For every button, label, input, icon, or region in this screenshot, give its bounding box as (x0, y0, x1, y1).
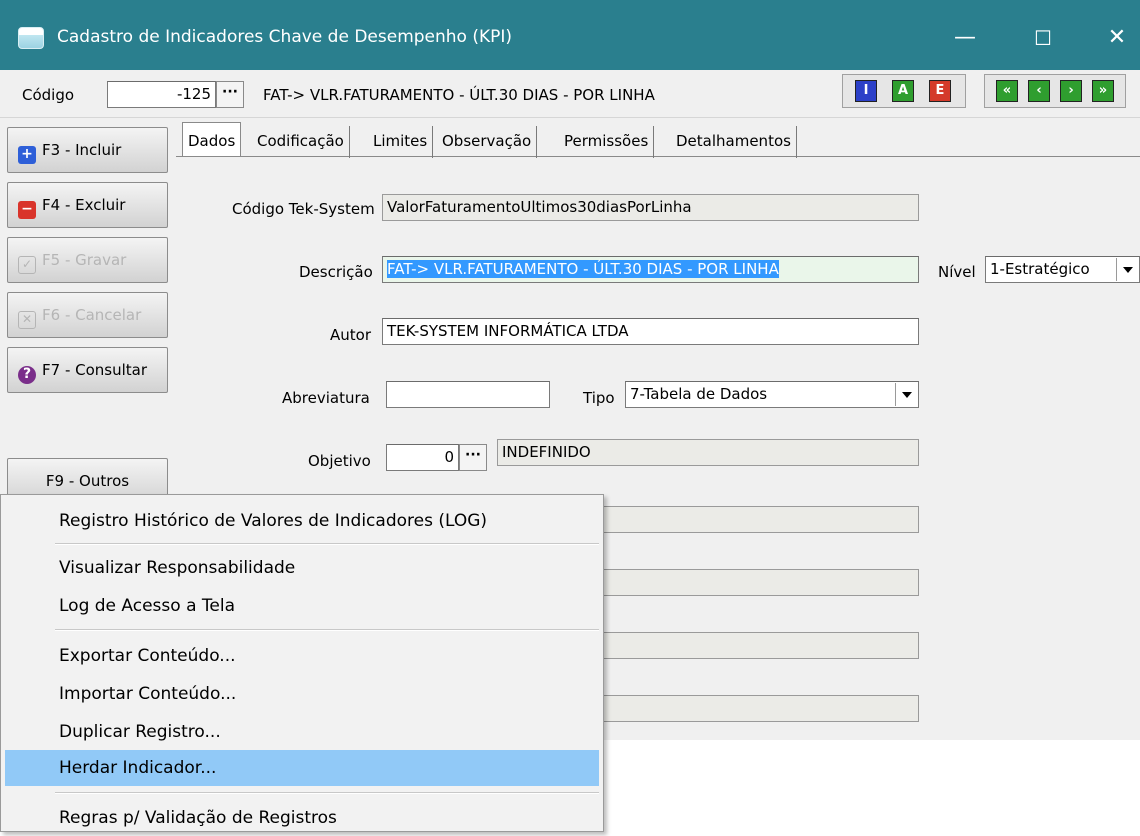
gravar-label: F5 - Gravar (42, 251, 127, 269)
menu-item-regras-validacao[interactable]: Regras p/ Validação de Registros (5, 800, 599, 836)
menu-item-registro-historico[interactable]: Registro Histórico de Valores de Indicad… (5, 503, 599, 539)
menu-item-importar[interactable]: Importar Conteúdo... (5, 676, 599, 712)
codigo-lookup-button[interactable]: ··· (216, 81, 244, 108)
mode-edit-button[interactable]: A (892, 80, 914, 102)
incluir-label: F3 - Incluir (42, 141, 122, 159)
abreviatura-label: Abreviatura (282, 389, 370, 407)
cancelar-button[interactable]: ✕ F6 - Cancelar (7, 292, 168, 338)
gravar-button[interactable]: ✓ F5 - Gravar (7, 237, 168, 283)
record-description: FAT-> VLR.FATURAMENTO - ÚLT.30 DIAS - PO… (263, 86, 655, 104)
excluir-label: F4 - Excluir (42, 196, 126, 214)
minimize-button[interactable]: — (942, 18, 988, 58)
title-bar: Cadastro de Indicadores Chave de Desempe… (0, 0, 1140, 76)
objetivo-lookup-button[interactable]: ··· (459, 444, 487, 471)
tipo-label: Tipo (583, 389, 615, 407)
window-title: Cadastro de Indicadores Chave de Desempe… (57, 27, 513, 47)
mode-insert-button[interactable]: I (855, 80, 877, 102)
tab-permissoes[interactable]: Permissões (559, 126, 655, 158)
menu-item-visualizar-responsabilidade[interactable]: Visualizar Responsabilidade (5, 550, 599, 586)
menu-item-exportar[interactable]: Exportar Conteúdo... (5, 638, 599, 674)
menu-item-herdar-indicador[interactable]: Herdar Indicador... (5, 750, 599, 786)
incluir-button[interactable]: + F3 - Incluir (7, 127, 168, 173)
nav-first-button[interactable]: « (996, 80, 1018, 102)
nivel-label: Nível (938, 263, 976, 281)
codigo-label: Código (22, 86, 75, 104)
autor-input[interactable]: TEK-SYSTEM INFORMÁTICA LTDA (382, 318, 919, 345)
question-icon: ? (18, 366, 36, 384)
hidden-field-3 (560, 632, 919, 659)
nav-prev-button[interactable]: ‹ (1028, 80, 1050, 102)
nav-last-button[interactable]: » (1092, 80, 1114, 102)
tab-observacao[interactable]: Observação (437, 126, 538, 158)
consultar-button[interactable]: ? F7 - Consultar (7, 347, 168, 393)
consultar-label: F7 - Consultar (42, 361, 148, 379)
excluir-button[interactable]: − F4 - Excluir (7, 182, 168, 228)
codigo-input[interactable]: -125 (107, 81, 216, 108)
menu-separator (55, 629, 599, 631)
objetivo-input[interactable]: 0 (386, 444, 459, 471)
descricao-selected-text: FAT-> VLR.FATURAMENTO - ÚLT.30 DIAS - PO… (387, 260, 779, 278)
descricao-label: Descrição (299, 263, 373, 281)
chevron-down-icon[interactable] (1116, 258, 1138, 281)
menu-item-log-acesso[interactable]: Log de Acesso a Tela (5, 588, 599, 624)
descricao-input[interactable]: FAT-> VLR.FATURAMENTO - ÚLT.30 DIAS - PO… (382, 256, 919, 283)
codigo-tek-field[interactable]: ValorFaturamentoUltimos30diasPorLinha (382, 194, 919, 221)
nivel-select[interactable]: 1-Estratégico (985, 256, 1140, 283)
menu-item-duplicar[interactable]: Duplicar Registro... (5, 714, 599, 750)
plus-icon: + (18, 146, 36, 164)
close-button[interactable]: ✕ (1094, 18, 1140, 58)
app-icon (18, 27, 44, 49)
check-icon: ✓ (18, 256, 36, 274)
tipo-value: 7-Tabela de Dados (630, 385, 768, 403)
tab-detalhamentos[interactable]: Detalhamentos (671, 126, 797, 158)
menu-separator (55, 792, 599, 794)
tab-limites[interactable]: Limites (368, 126, 434, 158)
menu-separator (55, 543, 599, 545)
cancel-icon: ✕ (18, 311, 36, 329)
nav-next-button[interactable]: › (1060, 80, 1082, 102)
tab-dados[interactable]: Dados (182, 122, 242, 156)
objetivo-description-field: INDEFINIDO (497, 439, 919, 466)
tab-codificacao[interactable]: Codificação (252, 126, 350, 158)
chevron-down-icon[interactable] (895, 383, 917, 406)
cancelar-label: F6 - Cancelar (42, 306, 142, 324)
tipo-select[interactable]: 7-Tabela de Dados (625, 381, 919, 408)
hidden-field-1 (560, 506, 919, 533)
mode-delete-button[interactable]: E (929, 80, 951, 102)
outros-popup-menu: Registro Histórico de Valores de Indicad… (0, 494, 604, 832)
abreviatura-input[interactable] (386, 381, 550, 408)
codigo-tek-label: Código Tek-System (232, 200, 375, 218)
hidden-field-4 (560, 695, 919, 722)
hidden-field-2 (560, 569, 919, 596)
nivel-value: 1-Estratégico (990, 260, 1090, 278)
maximize-button[interactable]: ☐ (1020, 18, 1066, 58)
objetivo-label: Objetivo (308, 452, 371, 470)
autor-label: Autor (330, 326, 371, 344)
minus-icon: − (18, 201, 36, 219)
